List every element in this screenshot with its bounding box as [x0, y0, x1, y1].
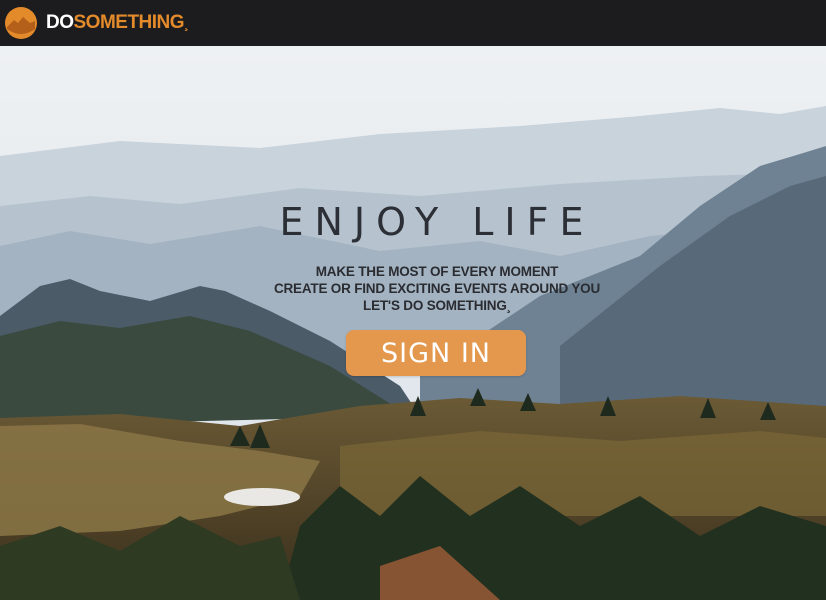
hero-section: ENJOY LIFE MAKE THE MOST OF EVERY MOMENT…: [0, 46, 826, 600]
hero-tagline-1: MAKE THE MOST OF EVERY MOMENT: [315, 264, 559, 279]
hero-headline: ENJOY LIFE: [279, 200, 595, 244]
hero-tagline-2: CREATE OR FIND EXCITING EVENTS AROUND YO…: [273, 281, 601, 296]
brand-highlight: SOMETHING: [73, 12, 185, 33]
sign-in-button[interactable]: SIGN IN: [346, 330, 526, 376]
top-navbar: DO SOMETHING ¸: [0, 0, 826, 46]
brand-prefix: DO: [46, 12, 74, 33]
mountain-background-image: [0, 46, 826, 600]
hero-tagline-3: LET'S DO SOMETHING¸: [363, 298, 511, 313]
brand-logo-text[interactable]: DO SOMETHING ¸: [46, 12, 189, 34]
logo-icon[interactable]: [4, 6, 38, 40]
brand-tail: ¸: [184, 15, 189, 31]
